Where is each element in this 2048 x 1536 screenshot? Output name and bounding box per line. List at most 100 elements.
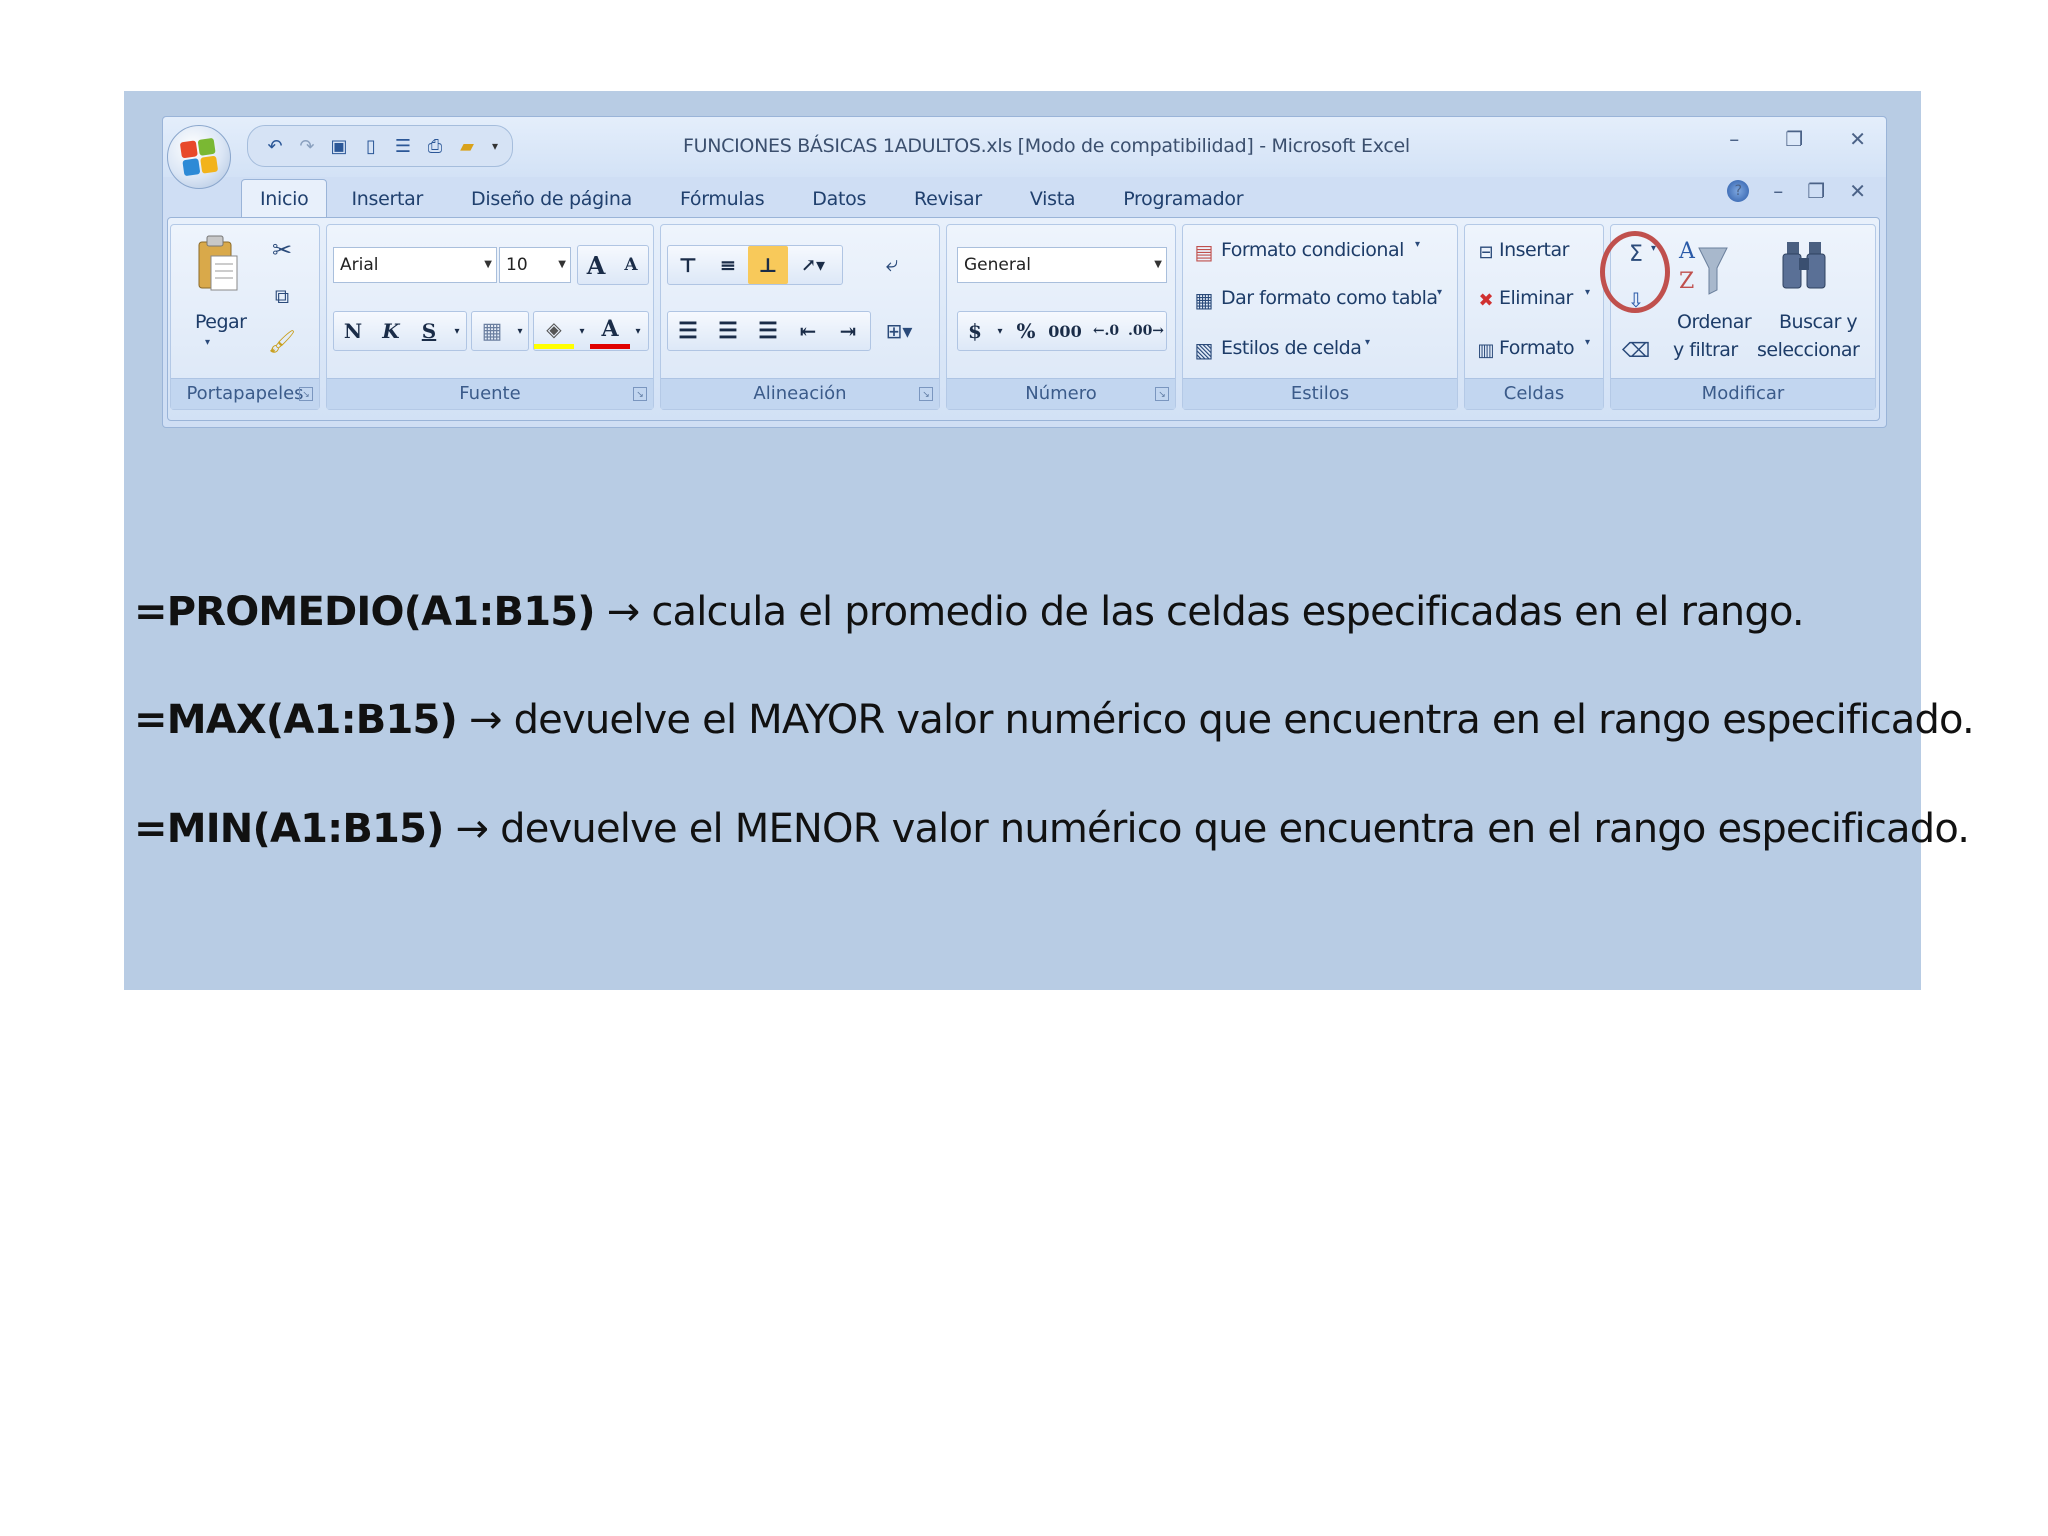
color-buttons-group: ◈ ▾ A ▾ <box>533 311 649 351</box>
formula-line-min: =MIN(A1:B15) → devuelve el MENOR valor n… <box>134 805 1970 853</box>
tab-programador[interactable]: Programador <box>1099 188 1267 217</box>
cut-icon[interactable]: ✂ <box>269 235 295 265</box>
workbook-close-icon[interactable]: ✕ <box>1849 179 1866 203</box>
chevron-down-icon[interactable]: ▾ <box>448 312 466 350</box>
chevron-down-icon[interactable]: ▾ <box>1585 287 1590 298</box>
decrease-decimal-icon[interactable]: .00→ <box>1126 312 1166 350</box>
save-icon[interactable]: ▣ <box>326 133 352 159</box>
fill-color-icon[interactable]: ◈ <box>534 314 574 349</box>
new-document-icon[interactable]: ▯ <box>358 133 384 159</box>
number-format-combobox[interactable]: General ▼ <box>957 247 1167 283</box>
chevron-down-icon[interactable]: ▾ <box>1415 239 1420 250</box>
align-top-icon[interactable]: ⊤ <box>668 246 708 284</box>
svg-text:A: A <box>1678 239 1696 264</box>
customize-qat-icon[interactable]: ▾ <box>492 139 498 153</box>
increase-decimal-icon[interactable]: ←.0 <box>1086 312 1126 350</box>
restore-icon[interactable]: ❐ <box>1785 127 1803 151</box>
format-cells-button[interactable]: Formato <box>1499 337 1575 359</box>
dialog-launcher-icon[interactable]: ↘ <box>299 387 313 401</box>
shrink-font-button[interactable]: A <box>614 246 648 284</box>
workbook-minimize-icon[interactable]: – <box>1773 179 1783 203</box>
tab-datos[interactable]: Datos <box>788 188 890 217</box>
orientation-icon[interactable]: ↗▾ <box>788 246 838 284</box>
dialog-launcher-icon[interactable]: ↘ <box>1155 387 1169 401</box>
chevron-down-icon[interactable]: ▾ <box>1437 287 1442 298</box>
window-title: FUNCIONES BÁSICAS 1ADULTOS.xls [Modo de … <box>683 135 1410 157</box>
group-portapapeles: Pegar ▾ ✂ ⧉ 🖌 Portapapeles ↘ <box>170 224 320 410</box>
tab-diseno-de-pagina[interactable]: Diseño de página <box>447 188 656 217</box>
align-right-icon[interactable]: ☰ <box>748 312 788 350</box>
print-preview-icon[interactable]: ☰ <box>390 133 416 159</box>
find-select-label-1[interactable]: Buscar y <box>1779 311 1858 333</box>
font-size-value: 10 <box>506 255 528 275</box>
office-button[interactable] <box>167 125 231 189</box>
wrap-text-icon[interactable]: ⤶ <box>875 245 909 283</box>
arrow-icon: → <box>468 697 503 743</box>
workbook-restore-icon[interactable]: ❐ <box>1807 179 1825 203</box>
tab-vista[interactable]: Vista <box>1006 188 1099 217</box>
conditional-format-button[interactable]: Formato condicional <box>1221 239 1404 261</box>
merge-center-icon[interactable]: ⊞▾ <box>875 311 923 351</box>
thousands-button[interactable]: 000 <box>1044 312 1086 350</box>
find-select-label-2[interactable]: seleccionar <box>1757 339 1860 361</box>
print-icon[interactable]: ⎙ <box>422 133 448 159</box>
underline-button[interactable]: S <box>410 312 448 350</box>
increase-indent-icon[interactable]: ⇥ <box>828 312 868 350</box>
close-icon[interactable]: ✕ <box>1849 127 1866 151</box>
font-style-group: N K S ▾ <box>333 311 467 351</box>
sort-filter-label-2[interactable]: y filtrar <box>1673 339 1738 361</box>
italic-button[interactable]: K <box>372 312 410 350</box>
tab-inicio[interactable]: Inicio <box>241 179 328 217</box>
align-center-icon[interactable]: ☰ <box>708 312 748 350</box>
clear-icon[interactable]: ⌫ <box>1621 335 1651 365</box>
number-buttons-group: $ ▾ % 000 ←.0 .00→ <box>957 311 1167 351</box>
chevron-down-icon[interactable]: ▾ <box>992 312 1008 350</box>
chevron-down-icon[interactable]: ▾ <box>1585 337 1590 348</box>
sort-filter-label-1[interactable]: Ordenar <box>1677 311 1752 333</box>
minimize-icon[interactable]: – <box>1729 127 1739 151</box>
insert-cells-button[interactable]: Insertar <box>1499 239 1569 261</box>
vertical-align-group: ⊤ ≡ ⊥ ↗▾ <box>667 245 843 285</box>
arrow-icon: → <box>455 806 490 852</box>
chevron-down-icon: ▼ <box>558 259 566 270</box>
redo-icon[interactable]: ↷ <box>294 133 320 159</box>
bold-button[interactable]: N <box>334 312 372 350</box>
insert-cells-icon: ⊟ <box>1478 241 1494 263</box>
chevron-down-icon[interactable]: ▾ <box>630 312 646 350</box>
delete-cells-button[interactable]: Eliminar <box>1499 287 1573 309</box>
tab-revisar[interactable]: Revisar <box>890 188 1006 217</box>
undo-icon[interactable]: ↶ <box>262 133 288 159</box>
decrease-indent-icon[interactable]: ⇤ <box>788 312 828 350</box>
font-name-combobox[interactable]: Arial ▼ <box>333 247 497 283</box>
dialog-launcher-icon[interactable]: ↘ <box>919 387 933 401</box>
group-estilos: ▤ Formato condicional ▾ ▦ Dar formato co… <box>1182 224 1458 410</box>
font-size-combobox[interactable]: 10 ▼ <box>499 247 571 283</box>
format-painter-icon[interactable]: 🖌 <box>268 327 296 357</box>
grow-font-button[interactable]: A <box>578 246 614 284</box>
percent-button[interactable]: % <box>1008 312 1044 350</box>
paste-button[interactable]: Pegar <box>195 311 247 333</box>
group-fuente: Arial ▼ 10 ▼ A A N K S ▾ ▦ ▾ ◈ ▾ A ▾ Fue… <box>326 224 654 410</box>
copy-icon[interactable]: ⧉ <box>269 281 295 311</box>
cell-styles-button[interactable]: Estilos de celda <box>1221 337 1362 359</box>
help-icon[interactable]: ? <box>1727 180 1750 202</box>
borders-button[interactable]: ▦ ▾ <box>471 311 529 351</box>
formula-name: =MAX(A1:B15) <box>134 697 458 743</box>
align-left-icon[interactable]: ☰ <box>668 312 708 350</box>
open-folder-icon[interactable]: ▰ <box>454 133 480 159</box>
chevron-down-icon[interactable]: ▾ <box>574 312 590 350</box>
align-bottom-icon[interactable]: ⊥ <box>748 246 788 284</box>
font-color-button[interactable]: A <box>590 314 630 349</box>
paste-dropdown-icon[interactable]: ▾ <box>205 337 210 348</box>
tab-formulas[interactable]: Fórmulas <box>656 188 788 217</box>
formula-description: calcula el promedio de las celdas especi… <box>651 589 1804 635</box>
group-label-celdas: Celdas <box>1465 378 1603 409</box>
dialog-launcher-icon[interactable]: ↘ <box>633 387 647 401</box>
format-as-table-button[interactable]: Dar formato como tabla <box>1221 287 1438 309</box>
chevron-down-icon[interactable]: ▾ <box>1365 337 1370 348</box>
sort-filter-icon: AZ <box>1677 233 1729 299</box>
align-middle-icon[interactable]: ≡ <box>708 246 748 284</box>
paste-icon[interactable] <box>195 233 241 299</box>
tab-insertar[interactable]: Insertar <box>327 188 447 217</box>
currency-button[interactable]: $ <box>958 312 992 350</box>
